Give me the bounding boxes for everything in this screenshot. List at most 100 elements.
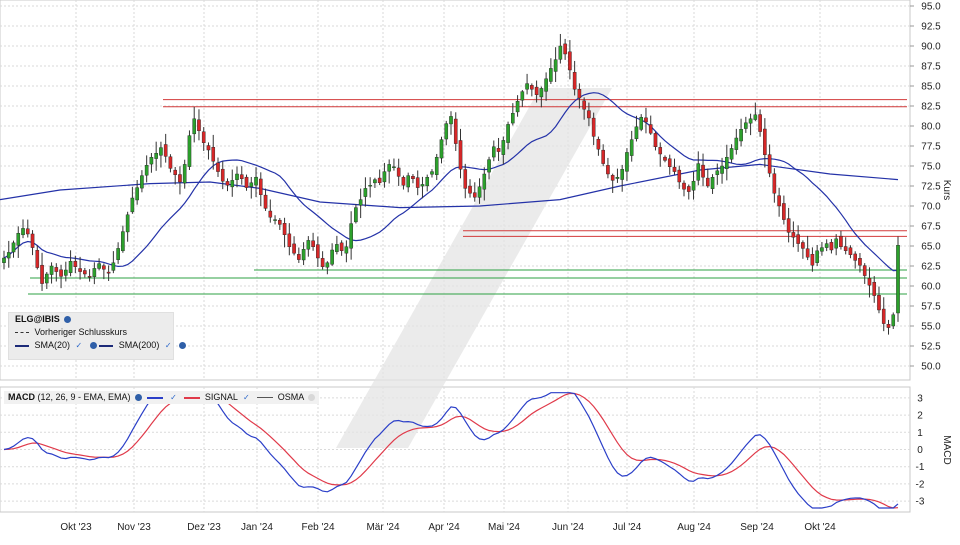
- x-tick-label: Okt '23: [60, 522, 92, 533]
- check-icon[interactable]: ✓: [243, 393, 250, 402]
- candle: [201, 131, 206, 144]
- candle: [520, 91, 525, 101]
- candle: [796, 234, 800, 244]
- settings-icon[interactable]: [64, 316, 72, 324]
- osma-swatch: [257, 397, 274, 399]
- candle: [149, 156, 154, 165]
- candle: [244, 176, 249, 188]
- legend-osma: OSMA: [277, 392, 304, 402]
- price-tick-label: 55.0: [921, 322, 941, 333]
- x-tick-label: Mai '24: [488, 522, 520, 533]
- candle: [225, 181, 230, 186]
- price-tick-label: 80.0: [921, 122, 941, 133]
- candle: [387, 164, 391, 172]
- candle: [758, 114, 762, 132]
- settings-icon[interactable]: [308, 394, 316, 402]
- candle: [187, 135, 192, 167]
- candle: [472, 192, 477, 198]
- macd-tick-label: 3: [917, 393, 923, 404]
- candle: [867, 278, 872, 286]
- check-icon[interactable]: ✓: [76, 341, 83, 350]
- macd-title: MACD: [8, 392, 35, 402]
- candle: [720, 165, 724, 174]
- candle: [672, 166, 677, 172]
- settings-icon[interactable]: [135, 394, 143, 402]
- check-icon[interactable]: ✓: [165, 341, 172, 350]
- price-tick-label: 60.0: [921, 282, 941, 293]
- candle: [392, 166, 396, 169]
- candle: [791, 232, 796, 238]
- price-tick-label: 90.0: [921, 42, 941, 53]
- candle: [263, 194, 268, 209]
- x-tick-label: Dez '23: [187, 522, 221, 533]
- macd-params: (12, 26, 9 - EMA, EMA): [37, 392, 131, 402]
- check-icon[interactable]: ✓: [170, 393, 177, 402]
- candle: [615, 176, 620, 179]
- candle: [182, 164, 187, 184]
- candle: [49, 265, 54, 275]
- macd-tick-label: -3: [916, 497, 925, 508]
- candle: [696, 163, 701, 181]
- candle: [582, 100, 586, 110]
- x-tick-label: Nov '23: [117, 522, 151, 533]
- candle: [763, 128, 767, 155]
- settings-icon[interactable]: [89, 342, 97, 350]
- candle: [544, 78, 548, 92]
- candle: [6, 252, 11, 259]
- candle: [872, 281, 877, 296]
- candle: [306, 240, 311, 250]
- candle: [116, 248, 120, 260]
- candle: [135, 187, 139, 201]
- candle: [877, 295, 881, 311]
- candle: [653, 133, 658, 148]
- candle: [335, 244, 339, 252]
- candle: [739, 128, 743, 142]
- candle: [553, 59, 558, 72]
- candle: [449, 116, 453, 125]
- candle: [530, 85, 534, 90]
- candle: [144, 164, 149, 176]
- candle: [634, 126, 639, 140]
- legend-sma20: SMA(20): [34, 340, 71, 350]
- stock-chart: 95.0 92.5 90.0 87.5 85.0 82.5 80.0 77.5 75.0 72.5…: [0, 0, 952, 533]
- candle: [777, 195, 781, 207]
- candle: [772, 173, 777, 194]
- candle: [325, 262, 330, 268]
- candle: [468, 185, 472, 194]
- candle: [16, 232, 21, 246]
- candle: [525, 83, 529, 90]
- candle: [896, 244, 900, 314]
- candle: [130, 197, 135, 213]
- legend-sma200: SMA(200): [118, 340, 160, 350]
- candle: [439, 139, 444, 159]
- candle: [358, 199, 363, 206]
- candle: [729, 148, 734, 160]
- candle: [430, 171, 434, 175]
- price-axis-label: Kurs: [941, 180, 952, 201]
- candle: [753, 114, 758, 120]
- candle: [59, 269, 63, 277]
- macd-tick-label: 2: [917, 411, 923, 422]
- candle: [220, 168, 225, 182]
- candle: [40, 264, 44, 284]
- candle: [824, 243, 829, 248]
- candle: [268, 210, 273, 218]
- price-tick-label: 75.0: [921, 162, 941, 173]
- x-tick-label: Feb '24: [301, 522, 334, 533]
- macd-tick-label: -2: [916, 479, 925, 490]
- candle: [354, 207, 358, 223]
- legend-prev-close: Vorheriger Schlusskurs: [34, 327, 128, 337]
- candle: [477, 186, 482, 198]
- candle: [235, 173, 239, 180]
- price-tick-label: 57.5: [921, 302, 941, 313]
- macd-tick-label: 0: [917, 445, 923, 456]
- candle: [848, 247, 853, 255]
- sma20-swatch: [15, 344, 29, 347]
- candle: [73, 261, 78, 267]
- candle: [515, 100, 520, 113]
- candle: [843, 246, 848, 251]
- candle: [767, 154, 772, 174]
- candle: [287, 233, 292, 248]
- candle: [701, 164, 705, 178]
- candle: [273, 219, 277, 221]
